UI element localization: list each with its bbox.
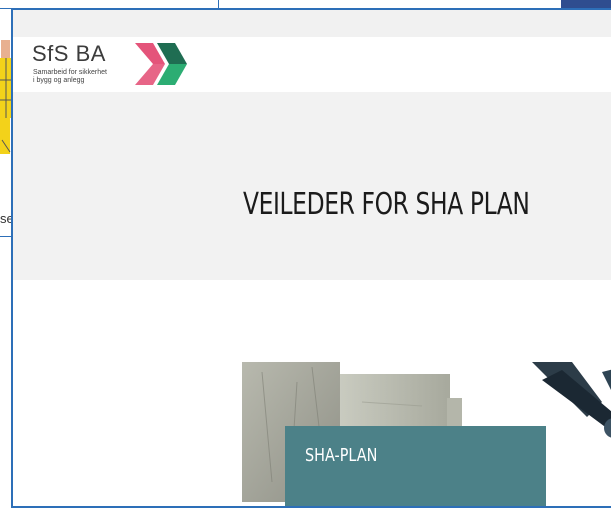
site-header: SfS BA Samarbeid for sikkerhet i bygg og… [13,37,611,92]
sfs-ba-logo[interactable]: SfS BA Samarbeid for sikkerhet i bygg og… [29,41,187,91]
sha-plan-card[interactable]: SHA-PLAN [285,426,546,506]
hero-banner: VEILEDER FOR SHA PLAN [13,92,611,280]
background-corner-graphic [561,0,611,8]
card-label: SHA-PLAN [305,445,378,466]
modal-frame: SfS BA Samarbeid for sikkerhet i bygg og… [11,8,611,508]
page-title: VEILEDER FOR SHA PLAN [243,187,530,223]
top-strip [13,10,611,37]
logo-tagline-line2: i bygg og anlegg [33,77,85,84]
logo-chevron-icon [135,43,187,85]
logo-name: SfS BA [32,41,106,66]
logo-tagline-line1: Samarbeid for sikkerhet [33,69,107,76]
